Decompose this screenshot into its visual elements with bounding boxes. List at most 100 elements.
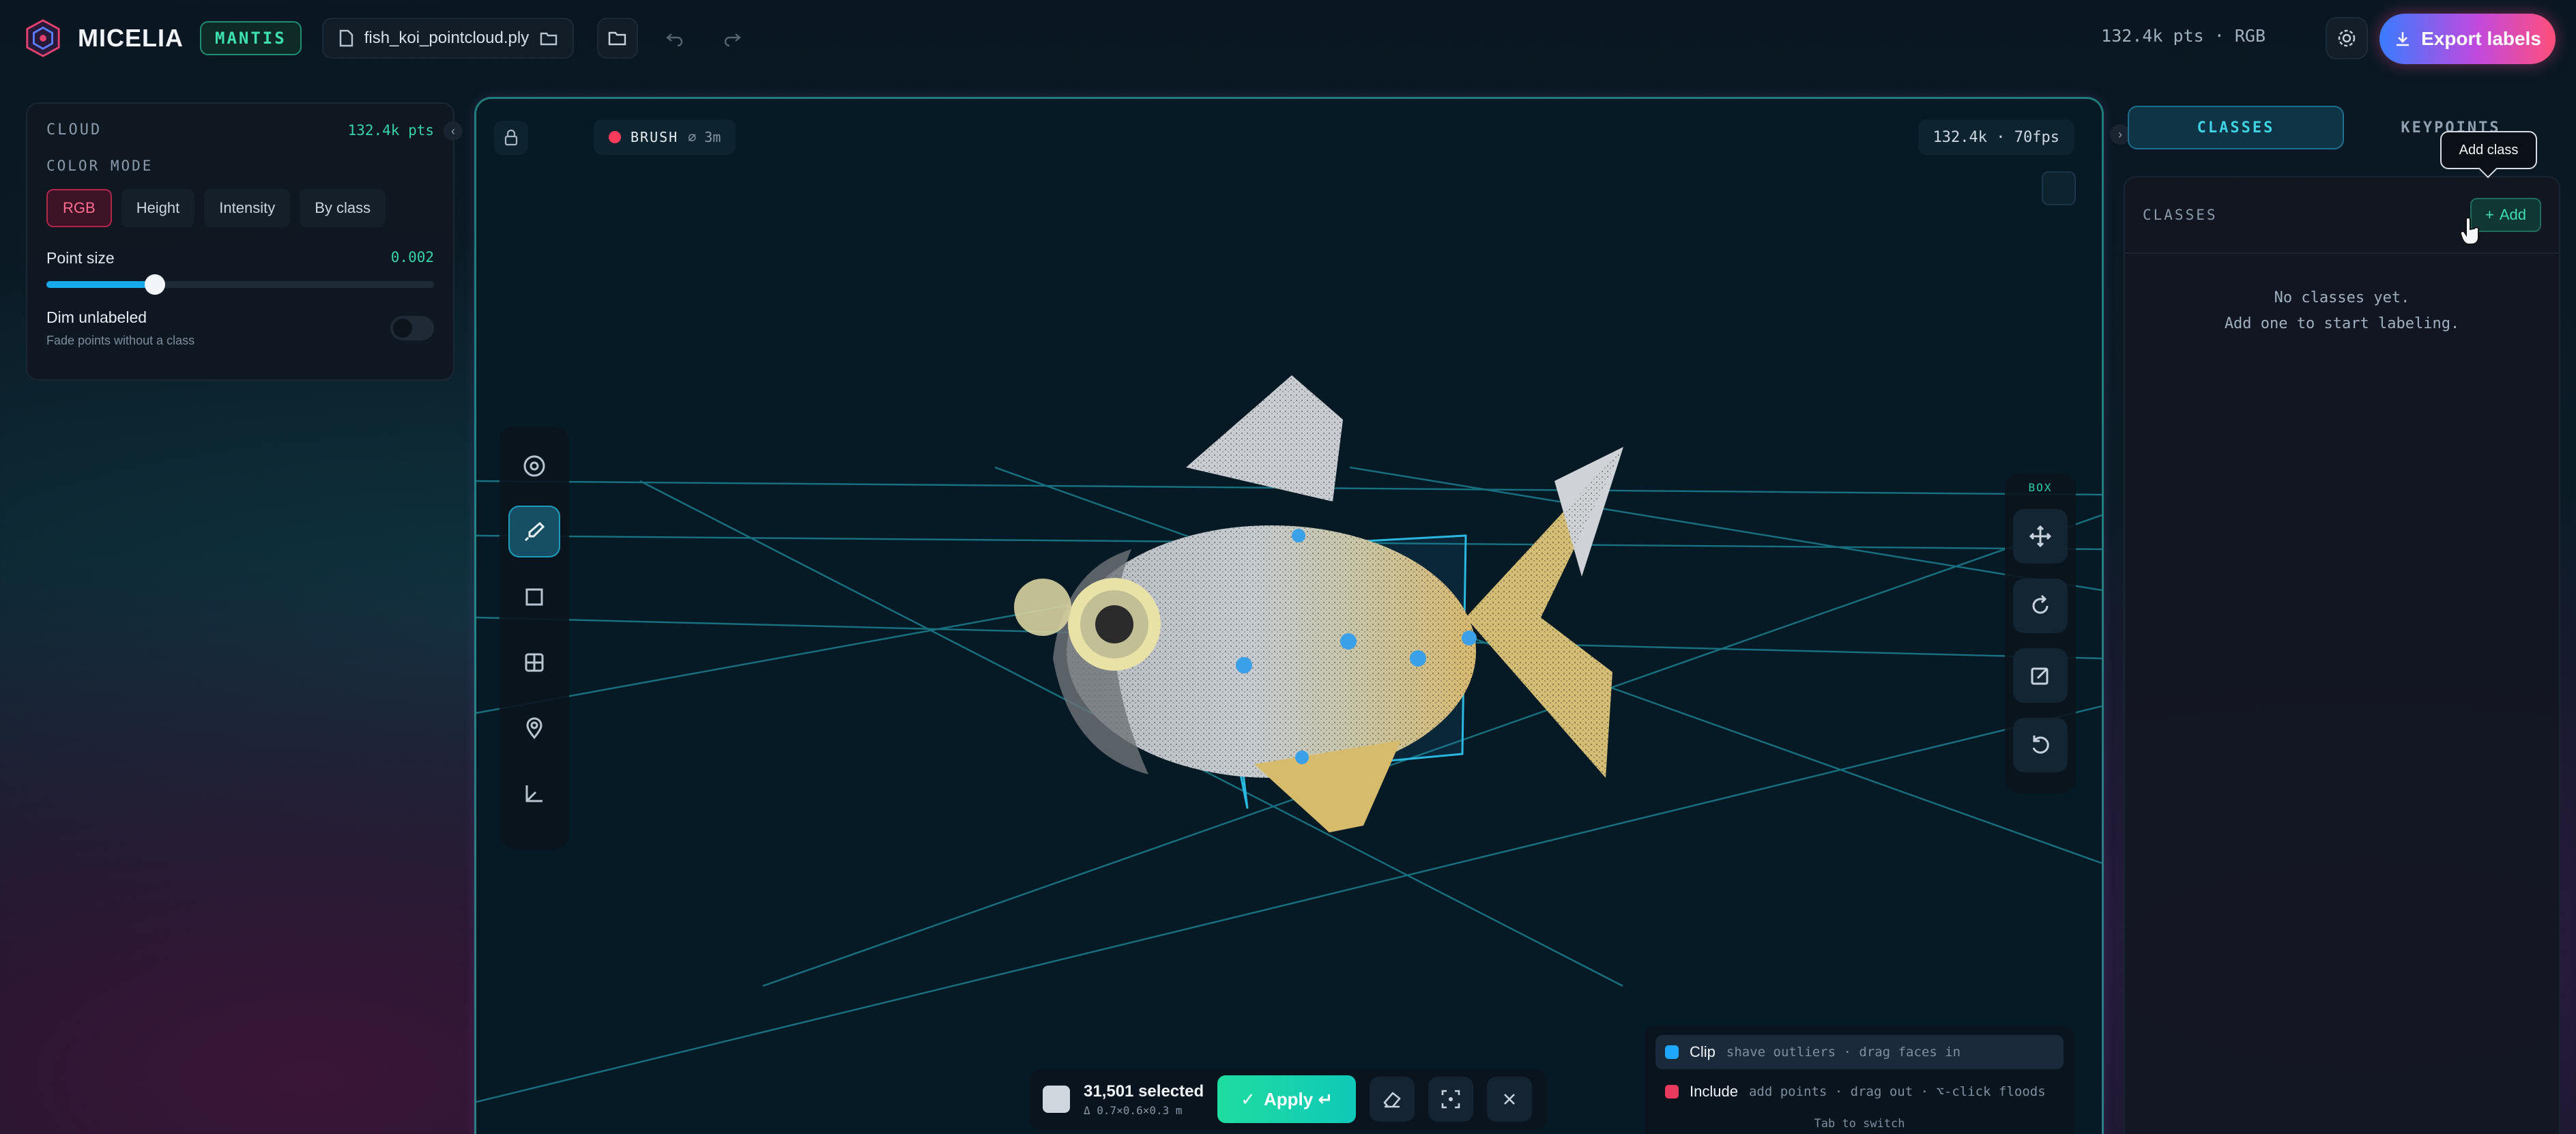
brush-dot-icon bbox=[609, 131, 621, 143]
include-mode-description: add points · drag out · ⌥-click floods bbox=[1748, 1084, 2046, 1099]
tool-rail bbox=[500, 426, 569, 849]
point-size-value: 0.002 bbox=[390, 249, 434, 265]
cloud-point-count: 132.4k pts bbox=[347, 121, 434, 139]
color-mode-height[interactable]: Height bbox=[121, 189, 195, 227]
move-icon bbox=[2029, 525, 2052, 548]
folder-icon[interactable] bbox=[540, 31, 558, 46]
brush-tool[interactable] bbox=[508, 506, 560, 557]
erase-selection-button[interactable] bbox=[1370, 1077, 1415, 1122]
redo-button[interactable] bbox=[713, 19, 751, 57]
clip-mode-panel: Clip shave outliers · drag faces in Incl… bbox=[1645, 1026, 2074, 1134]
point-size-thumb[interactable] bbox=[145, 274, 166, 295]
include-mode-name: Include bbox=[1690, 1083, 1738, 1100]
checkmark-icon: ✓ bbox=[1241, 1088, 1256, 1109]
top-bar: MICELIA MANTIS fish_koi_pointcloud.ply 1… bbox=[0, 0, 2576, 76]
dim-unlabeled-toggle[interactable] bbox=[390, 316, 434, 340]
add-class-label: Add bbox=[2499, 206, 2526, 223]
dim-unlabeled-label: Dim unlabeled bbox=[46, 308, 147, 326]
edit-icon bbox=[2031, 667, 2049, 685]
orbit-tool[interactable] bbox=[508, 440, 560, 492]
include-color-swatch bbox=[1665, 1085, 1679, 1099]
lock-view-button[interactable] bbox=[494, 121, 528, 155]
apply-button[interactable]: ✓ Apply ↵ bbox=[1217, 1075, 1357, 1123]
settings-button[interactable] bbox=[2326, 17, 2368, 59]
undo-icon bbox=[666, 33, 683, 46]
orbit-icon bbox=[523, 455, 545, 477]
brush-size: ⌀ 3m bbox=[688, 129, 721, 145]
point-size-slider[interactable] bbox=[46, 274, 434, 295]
file-icon bbox=[339, 29, 353, 47]
mode-badge[interactable]: MANTIS bbox=[200, 21, 302, 55]
brush-icon bbox=[524, 521, 545, 542]
add-class-tooltip: Add class bbox=[2440, 131, 2537, 169]
box-tool-rail: BOX bbox=[2005, 473, 2076, 794]
cloud-title: CLOUD bbox=[46, 121, 102, 139]
classes-panel: CLASSES + Add No classes yet. Add one to… bbox=[2124, 176, 2560, 1134]
dim-unlabeled-description: Fade points without a class bbox=[46, 334, 195, 347]
3d-viewport[interactable]: BRUSH ⌀ 3m 132.4k · 70fps BOX Clip shave… bbox=[476, 99, 2102, 1134]
selection-count: 31,501 selected bbox=[1084, 1081, 1204, 1101]
cloud-panel: CLOUD 132.4k pts ‹ COLOR MODE RGB Height… bbox=[26, 102, 463, 381]
grid-tool[interactable] bbox=[508, 637, 560, 688]
app-logo-icon bbox=[26, 19, 60, 57]
clip-color-swatch bbox=[1665, 1045, 1679, 1059]
file-selector[interactable]: fish_koi_pointcloud.ply bbox=[321, 18, 575, 59]
download-icon bbox=[2397, 32, 2409, 46]
brush-mode-indicator: BRUSH ⌀ 3m bbox=[594, 119, 736, 155]
undo-button[interactable] bbox=[656, 19, 694, 57]
box-move-button[interactable] bbox=[2013, 509, 2068, 564]
fps-indicator: 132.4k · 70fps bbox=[1917, 119, 2074, 155]
clear-selection-button[interactable] bbox=[1487, 1077, 1533, 1122]
selection-dimensions: Δ 0.7×0.6×0.3 m bbox=[1084, 1103, 1183, 1117]
redo-icon bbox=[725, 33, 742, 46]
apply-label: Apply ↵ bbox=[1263, 1088, 1333, 1109]
plus-icon: + bbox=[2485, 206, 2494, 223]
export-labels-button[interactable]: Export labels bbox=[2379, 14, 2556, 64]
focus-icon bbox=[1441, 1090, 1460, 1109]
brush-label: BRUSH bbox=[631, 129, 679, 145]
clip-mode-name: Clip bbox=[1690, 1043, 1716, 1060]
selection-bar: 31,501 selected Δ 0.7×0.6×0.3 m ✓ Apply … bbox=[1029, 1068, 1548, 1130]
focus-selection-button[interactable] bbox=[1428, 1077, 1474, 1122]
app-brand: MICELIA bbox=[78, 24, 184, 52]
close-icon bbox=[1504, 1094, 1516, 1105]
color-mode-by-class[interactable]: By class bbox=[300, 189, 386, 227]
clip-mode-row[interactable]: Clip shave outliers · drag faces in bbox=[1655, 1035, 2064, 1069]
export-label: Export labels bbox=[2421, 28, 2541, 49]
box-select-tool[interactable] bbox=[508, 571, 560, 623]
empty-classes-message: No classes yet. Add one to start labelin… bbox=[2125, 285, 2559, 337]
viewcube-button[interactable] bbox=[2042, 171, 2076, 205]
empty-line-1: No classes yet. bbox=[2274, 289, 2410, 306]
color-mode-intensity[interactable]: Intensity bbox=[204, 189, 291, 227]
box-reset-button[interactable] bbox=[2013, 718, 2068, 772]
point-size-fill bbox=[46, 281, 156, 288]
box-rail-label: BOX bbox=[2028, 481, 2053, 494]
rotate-icon bbox=[2032, 594, 2049, 614]
include-mode-row[interactable]: Include add points · drag out · ⌥-click … bbox=[1655, 1075, 2064, 1109]
lock-icon bbox=[504, 129, 518, 146]
color-mode-label: COLOR MODE bbox=[46, 158, 154, 174]
color-mode-rgb[interactable]: RGB bbox=[46, 189, 112, 227]
collapse-left-panel-button[interactable]: ‹ bbox=[444, 121, 463, 141]
tab-switch-hint: Tab to switch bbox=[1814, 1117, 1905, 1131]
box-edit-button[interactable] bbox=[2013, 648, 2068, 703]
box-select-icon bbox=[525, 588, 543, 606]
color-mode-selector: RGB Height Intensity By class bbox=[46, 189, 434, 227]
grid-icon bbox=[525, 653, 544, 672]
pin-icon bbox=[526, 717, 542, 740]
axes-tool[interactable] bbox=[508, 768, 560, 819]
tab-classes[interactable]: CLASSES bbox=[2128, 106, 2344, 149]
open-folder-button[interactable] bbox=[597, 18, 639, 59]
classes-section-title: CLASSES bbox=[2143, 207, 2218, 223]
folder-open-icon bbox=[609, 31, 626, 46]
axes-icon bbox=[525, 785, 542, 802]
gear-icon bbox=[2338, 29, 2356, 47]
reset-icon bbox=[2032, 736, 2049, 754]
file-name: fish_koi_pointcloud.ply bbox=[364, 29, 530, 47]
empty-line-2: Add one to start labeling. bbox=[2224, 315, 2460, 332]
point-size-label: Point size bbox=[46, 249, 115, 267]
clip-mode-description: shave outliers · drag faces in bbox=[1726, 1045, 1961, 1060]
box-rotate-button[interactable] bbox=[2013, 579, 2068, 633]
pin-tool[interactable] bbox=[508, 702, 560, 754]
point-cloud-scene[interactable] bbox=[476, 99, 2102, 1134]
